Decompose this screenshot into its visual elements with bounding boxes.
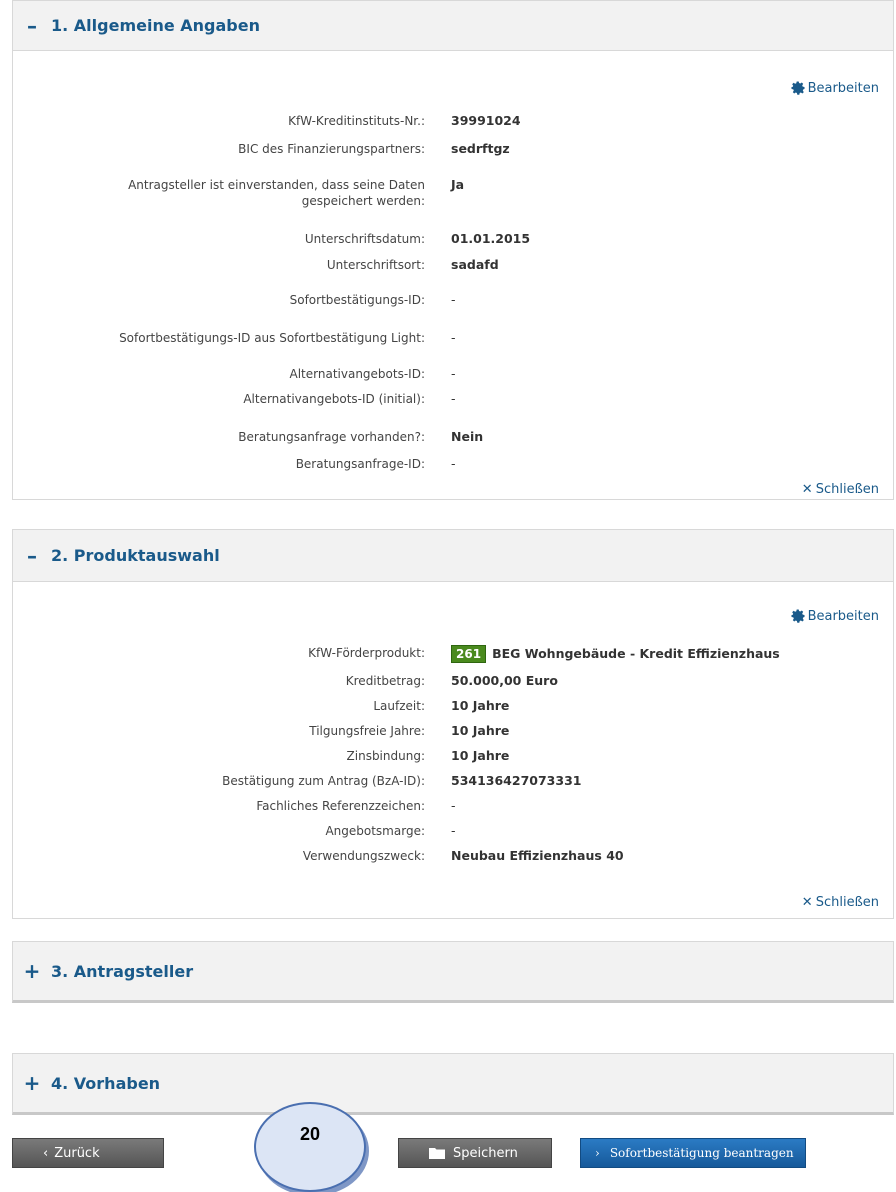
field-value: - — [451, 456, 456, 471]
product-name: BEG Wohngebäude - Kredit Effizienzhaus — [492, 646, 780, 661]
field-value: 534136427073331 — [451, 773, 582, 788]
section-title[interactable]: 2. Produktauswahl — [51, 546, 220, 565]
close-icon: ✕ — [801, 895, 813, 910]
callout-number: 20 — [299, 1124, 321, 1144]
section-header[interactable]: – 1. Allgemeine Angaben — [13, 1, 893, 51]
submit-label: Sofortbestätigung beantragen — [609, 1146, 794, 1160]
section-title[interactable]: 3. Antragsteller — [51, 962, 193, 981]
collapse-toggle[interactable]: – — [13, 544, 51, 568]
section-vorhaben[interactable]: + 4. Vorhaben — [12, 1053, 894, 1115]
close-icon: ✕ — [801, 482, 813, 497]
field-value: Ja — [451, 177, 465, 192]
field-value: 01.01.2015 — [451, 231, 531, 246]
field-label: Angebotsmarge: — [325, 824, 425, 838]
field-label: Verwendungszweck: — [302, 849, 425, 863]
field-label: Alternativangebots-ID (initial): — [243, 392, 425, 406]
field-label: BIC des Finanzierungspartners: — [238, 142, 425, 156]
field-value: Nein — [451, 429, 484, 444]
field-label: Tilgungsfreie Jahre: — [309, 724, 425, 738]
back-label: Zurück — [54, 1145, 100, 1161]
field-label: Beratungsanfrage-ID: — [295, 457, 425, 471]
field-value: 39991024 — [451, 113, 521, 128]
save-label: Speichern — [453, 1145, 518, 1161]
section-produktauswahl: – 2. Produktauswahl Bearbeiten KfW-Förde… — [12, 529, 894, 919]
field-label: KfW-Kreditinstituts-Nr.: — [288, 114, 425, 128]
folder-icon — [429, 1148, 445, 1159]
field-label: Antragsteller ist einverstanden, dass se… — [128, 178, 425, 208]
section-antragsteller[interactable]: + 3. Antragsteller — [12, 941, 894, 1003]
field-label: Unterschriftsdatum: — [304, 232, 425, 246]
expand-toggle[interactable]: + — [13, 959, 51, 983]
field-value: - — [451, 823, 456, 838]
expand-toggle[interactable]: + — [13, 1071, 51, 1095]
close-button[interactable]: ✕ Schließen — [802, 895, 879, 910]
save-button[interactable]: Speichern — [398, 1138, 552, 1168]
edit-label: Bearbeiten — [807, 608, 879, 624]
edit-button[interactable]: Bearbeiten — [790, 608, 879, 624]
callout-bubble: 20 — [254, 1102, 366, 1192]
field-value: 10 Jahre — [451, 748, 510, 763]
section-allgemeine-angaben: – 1. Allgemeine Angaben Bearbeiten KfW-K… — [12, 0, 894, 500]
field-value: - — [451, 366, 456, 381]
field-value: Neubau Effizienzhaus 40 — [451, 848, 624, 863]
close-button[interactable]: ✕ Schließen — [802, 482, 879, 497]
field-value: - — [451, 798, 456, 813]
field-label: Beratungsanfrage vorhanden?: — [238, 430, 425, 444]
field-value: 50.000,00 Euro — [451, 673, 558, 688]
close-label: Schließen — [815, 895, 879, 910]
section-header[interactable]: + 4. Vorhaben — [13, 1054, 893, 1112]
edit-button[interactable]: Bearbeiten — [790, 80, 879, 96]
field-value: sadafd — [451, 257, 499, 272]
field-value: 10 Jahre — [451, 723, 510, 738]
field-value: - — [451, 292, 456, 307]
chevron-right-icon: › — [595, 1146, 600, 1160]
field-label: Fachliches Referenzzeichen: — [256, 799, 425, 813]
section-title[interactable]: 1. Allgemeine Angaben — [51, 16, 260, 35]
field-value: - — [451, 391, 456, 406]
section-header[interactable]: – 2. Produktauswahl — [13, 530, 893, 582]
edit-label: Bearbeiten — [807, 80, 879, 96]
field-label: Zinsbindung: — [346, 749, 425, 763]
field-value: - — [451, 330, 456, 345]
field-label: Sofortbestätigungs-ID: — [289, 293, 425, 307]
collapse-toggle[interactable]: – — [13, 14, 51, 38]
field-value: 261 BEG Wohngebäude - Kredit Effizienzhau… — [451, 645, 780, 663]
field-label: Bestätigung zum Antrag (BzA-ID): — [222, 774, 425, 788]
section-title[interactable]: 4. Vorhaben — [51, 1074, 160, 1093]
field-label: Sofortbestätigungs-ID aus Sofortbestätig… — [119, 331, 425, 345]
field-value: 10 Jahre — [451, 698, 510, 713]
field-label: Alternativangebots-ID: — [289, 367, 425, 381]
gear-icon — [791, 81, 805, 95]
back-button[interactable]: ‹ Zurück — [12, 1138, 164, 1168]
field-value: sedrftgz — [451, 141, 510, 156]
section-header[interactable]: + 3. Antragsteller — [13, 942, 893, 1000]
submit-button[interactable]: › Sofortbestätigung beantragen — [580, 1138, 806, 1168]
field-label: KfW-Förderprodukt: — [308, 646, 425, 660]
gear-icon — [791, 609, 805, 623]
field-label: Kreditbetrag: — [345, 674, 425, 688]
chevron-left-icon: ‹ — [43, 1145, 49, 1161]
product-badge: 261 — [451, 645, 487, 663]
close-label: Schließen — [815, 482, 879, 497]
field-label: Laufzeit: — [373, 699, 425, 713]
field-label: Unterschriftsort: — [326, 258, 425, 272]
